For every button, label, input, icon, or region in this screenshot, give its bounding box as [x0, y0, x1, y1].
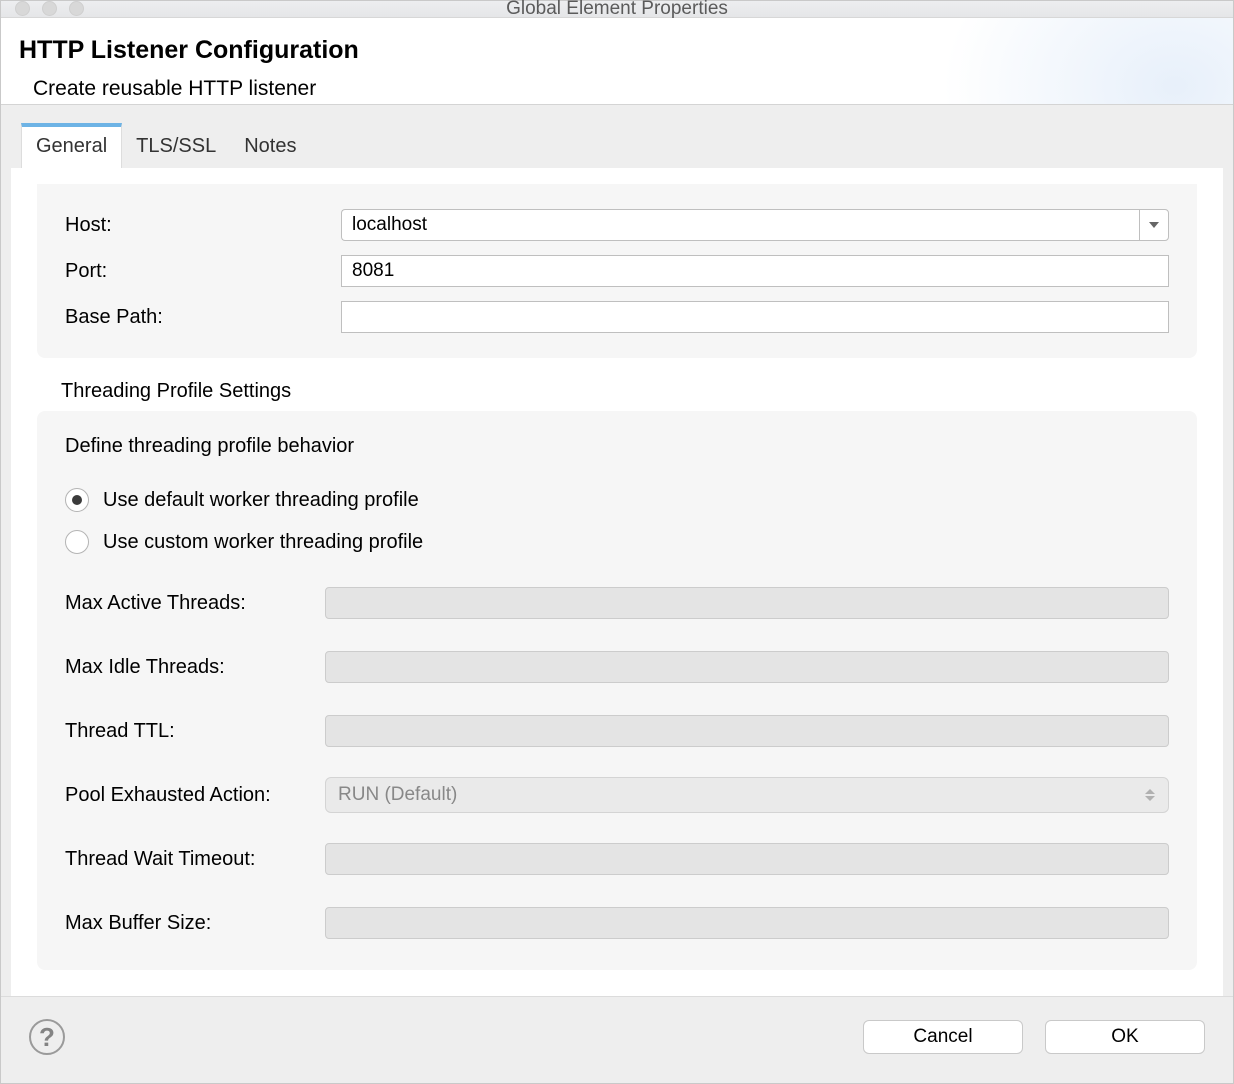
- max-active-input: [325, 587, 1169, 619]
- basepath-label: Base Path:: [65, 306, 341, 329]
- tab-tls-ssl[interactable]: TLS/SSL: [122, 123, 230, 168]
- port-label: Port:: [65, 260, 341, 283]
- page-title: HTTP Listener Configuration: [19, 36, 1215, 65]
- thread-ttl-label: Thread TTL:: [65, 720, 325, 743]
- radio-custom-profile[interactable]: [65, 530, 89, 554]
- tab-general[interactable]: General: [21, 123, 122, 168]
- max-idle-input: [325, 651, 1169, 683]
- max-idle-label: Max Idle Threads:: [65, 656, 325, 679]
- dialog-window: Global Element Properties HTTP Listener …: [0, 0, 1234, 1084]
- radio-default-label: Use default worker threading profile: [103, 489, 419, 512]
- tabs: General TLS/SSL Notes: [11, 123, 1223, 168]
- close-window-icon[interactable]: [15, 1, 30, 16]
- select-stepper-icon: [1142, 778, 1158, 812]
- wait-timeout-label: Thread Wait Timeout:: [65, 848, 325, 871]
- ok-button[interactable]: OK: [1045, 1020, 1205, 1054]
- host-dropdown-button[interactable]: [1139, 209, 1169, 241]
- threading-subtitle: Define threading profile behavior: [65, 435, 1169, 458]
- form-panel: Host: Port: Base Path:: [11, 168, 1223, 996]
- general-section: Host: Port: Base Path:: [37, 184, 1197, 358]
- thread-ttl-input: [325, 715, 1169, 747]
- basepath-input[interactable]: [341, 301, 1169, 333]
- window-controls: [15, 1, 84, 16]
- main-area: General TLS/SSL Notes Host: Port:: [1, 105, 1233, 996]
- threading-section: Define threading profile behavior Use de…: [37, 411, 1197, 970]
- tab-notes[interactable]: Notes: [230, 123, 310, 168]
- page-subtitle: Create reusable HTTP listener: [19, 77, 1215, 101]
- host-label: Host:: [65, 214, 341, 237]
- help-icon[interactable]: ?: [29, 1019, 65, 1055]
- host-input[interactable]: [341, 209, 1139, 241]
- max-buffer-input: [325, 907, 1169, 939]
- chevron-down-icon: [1149, 222, 1159, 228]
- radio-custom-label: Use custom worker threading profile: [103, 531, 423, 554]
- cancel-button[interactable]: Cancel: [863, 1020, 1023, 1054]
- port-input[interactable]: [341, 255, 1169, 287]
- titlebar: Global Element Properties: [1, 1, 1233, 18]
- pool-exhausted-select: RUN (Default): [325, 777, 1169, 813]
- threading-radio-group: Use default worker threading profile Use…: [65, 488, 1169, 554]
- dialog-header: HTTP Listener Configuration Create reusa…: [1, 18, 1233, 105]
- threading-section-title: Threading Profile Settings: [61, 380, 1197, 403]
- max-buffer-label: Max Buffer Size:: [65, 912, 325, 935]
- radio-default-profile[interactable]: [65, 488, 89, 512]
- host-combo[interactable]: [341, 209, 1169, 241]
- pool-exhausted-label: Pool Exhausted Action:: [65, 784, 325, 807]
- minimize-window-icon[interactable]: [42, 1, 57, 16]
- max-active-label: Max Active Threads:: [65, 592, 325, 615]
- zoom-window-icon[interactable]: [69, 1, 84, 16]
- dialog-footer: ? Cancel OK: [1, 996, 1233, 1083]
- wait-timeout-input: [325, 843, 1169, 875]
- pool-exhausted-value: RUN (Default): [338, 784, 457, 806]
